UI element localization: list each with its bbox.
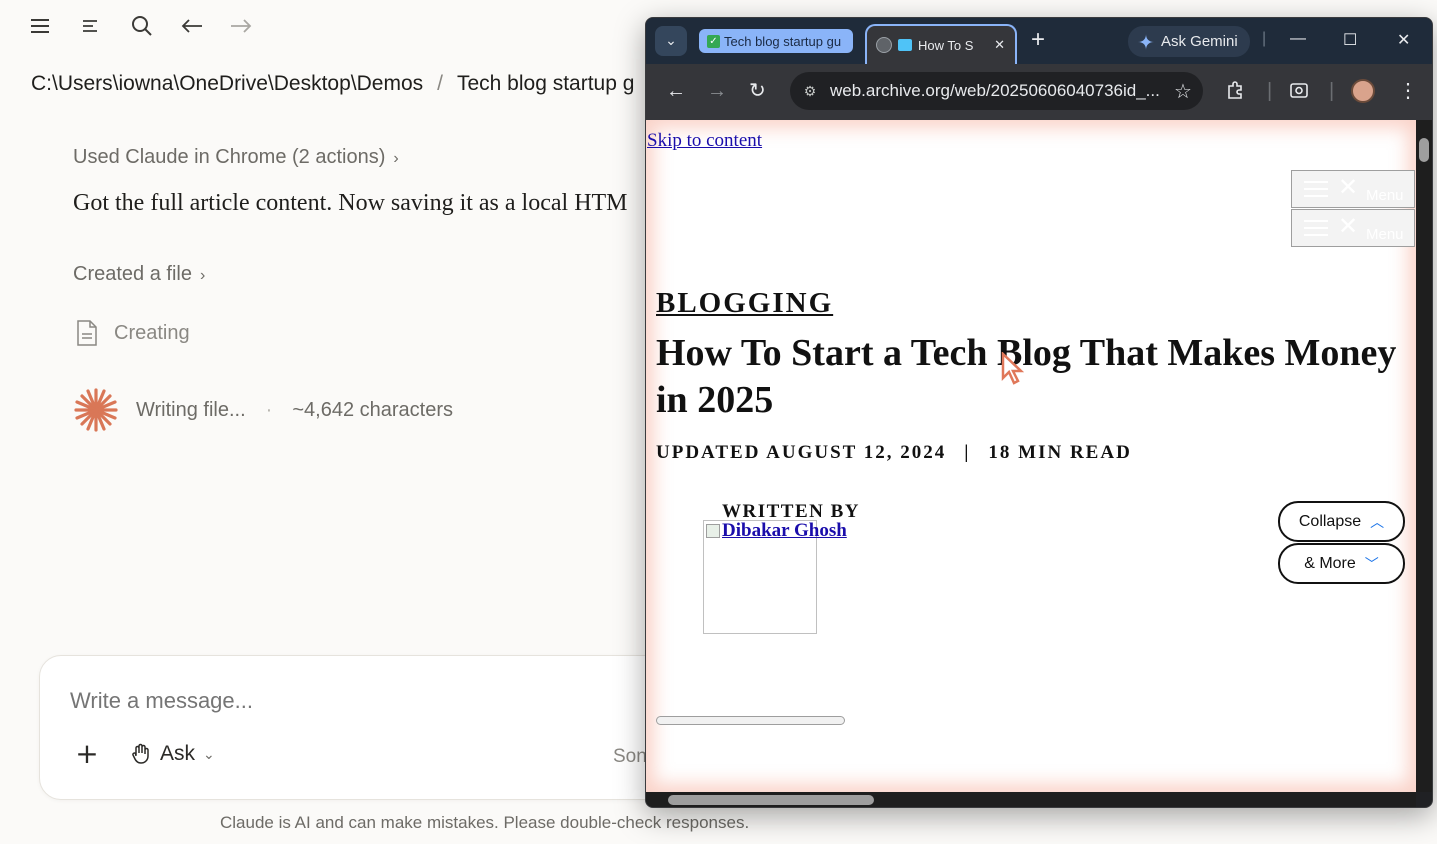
tab-search-button[interactable]: ⌄ [655,26,687,56]
author-link[interactable]: Dibakar Ghosh [722,520,847,542]
back-arrow-icon[interactable] [178,12,206,40]
maximize-icon[interactable]: ☐ [1343,30,1357,50]
claude-spark-icon [74,388,118,432]
breadcrumb-separator: / [437,72,443,95]
character-count: ~4,642 characters [292,398,453,421]
chevron-up-icon: ︿ [1370,513,1385,530]
disclaimer: Claude is AI and can make mistakes. Plea… [220,813,750,832]
mode-selector-button[interactable]: Ask ⌄ [130,742,215,766]
url-text: web.archive.org/web/20250606040736id_... [830,81,1160,100]
model-selector[interactable]: Son [613,746,647,768]
tab-active[interactable]: How To S ✕ [865,24,1017,64]
document-icon [77,320,97,346]
message-composer: + Ask ⌄ Son [39,655,679,800]
writing-file-label: Writing file... [136,398,246,421]
chevron-down-icon: ⌄ [665,33,677,49]
menu-toggle-button[interactable]: ✕ Menu [1291,170,1415,208]
tab-strip: ⌄ ✓ Tech blog startup gu How To S ✕ + As… [646,18,1432,64]
app-topbar [0,0,660,52]
breadcrumb-path[interactable]: C:\Users\iowna\OneDrive\Desktop\Demos [31,72,423,95]
chevron-down-icon: ﹀ [1364,555,1379,572]
created-file-label: Created a file [73,263,192,285]
tab-inactive[interactable]: ✓ Tech blog startup gu [699,29,853,53]
horizontal-scrollbar[interactable] [646,792,1416,807]
menu-label: Menu [1366,226,1404,243]
screenshot-icon[interactable] [1289,80,1309,105]
back-icon[interactable]: ← [666,80,686,102]
search-icon[interactable] [128,12,156,40]
more-button[interactable]: & More ﹀ [1278,543,1405,584]
hamburger-icon [1304,181,1328,197]
browser-toolbar: ← → ↻ ⚙ web.archive.org/web/202506060407… [646,64,1432,120]
meta-separator: | [964,442,971,463]
sidebar-toggle-icon[interactable] [76,12,104,40]
creating-file-row: Creating [76,320,190,346]
article-meta: UPDATED AUGUST 12, 2024 | 18 MIN READ [656,442,1132,464]
toolbar-divider: | [1267,80,1273,102]
close-tab-icon[interactable]: ✕ [994,37,1005,53]
site-info-icon[interactable]: ⚙ [790,83,830,100]
new-tab-button[interactable]: + [1031,28,1045,52]
category-link[interactable]: BLOGGING [656,287,833,320]
collapse-button[interactable]: Collapse ︿ [1278,501,1405,542]
tab-label: Tech blog startup gu [724,33,842,49]
chevron-right-icon: › [393,150,399,167]
mouse-cursor-icon [1001,352,1025,385]
menu-toggle-button[interactable]: ✕ Menu [1291,209,1415,247]
message-input[interactable] [70,688,570,714]
bookmark-star-icon[interactable]: ☆ [1163,79,1203,104]
extensions-icon[interactable] [1226,80,1246,105]
close-icon: ✕ [1338,174,1359,201]
tool-use-summary[interactable]: Used Claude in Chrome (2 actions) › [73,146,399,169]
article-headline: How To Start a Tech Blog That Makes Mone… [656,332,1397,421]
breadcrumb-project[interactable]: Tech blog startup g [457,72,634,95]
creating-label: Creating [114,321,190,344]
hamburger-menu-icon[interactable] [26,12,54,40]
more-options-icon[interactable]: ⋮ [1398,80,1418,102]
hamburger-icon [1304,220,1328,236]
profile-avatar[interactable] [1351,79,1375,103]
writing-file-status: Writing file... · ~4,642 characters [72,386,453,434]
ask-gemini-label: Ask Gemini [1161,33,1238,50]
laptop-favicon-icon [898,39,912,51]
created-file-summary[interactable]: Created a file › [73,263,205,286]
divider: | [1262,30,1267,47]
scrollbar-thumb[interactable] [668,795,874,805]
tool-use-label: Used Claude in Chrome (2 actions) [73,146,386,168]
more-label: & More [1304,554,1356,572]
page-viewport: Skip to content ✕ Menu ✕ Menu BLOGGING H… [646,120,1416,792]
close-icon: ✕ [1338,213,1359,240]
ask-gemini-button[interactable]: Ask Gemini [1128,26,1250,57]
close-window-icon[interactable]: ✕ [1397,30,1410,50]
forward-icon[interactable]: → [707,80,727,102]
menu-label: Menu [1366,187,1404,204]
vertical-scrollbar[interactable] [1416,120,1432,792]
broken-image-icon [706,524,720,538]
add-attachment-button[interactable]: + [74,740,100,768]
updated-date: UPDATED AUGUST 12, 2024 [656,442,947,463]
reload-icon[interactable]: ↻ [749,80,766,102]
collapse-label: Collapse [1298,512,1362,530]
checkmark-favicon-icon: ✓ [707,34,720,48]
hand-icon [132,743,149,764]
separator-dot: · [265,398,273,421]
mode-label: Ask [160,742,196,765]
assistant-message: Got the full article content. Now saving… [73,190,628,216]
skip-to-content-link[interactable]: Skip to content [647,130,762,152]
gemini-sparkle-icon [1138,33,1154,50]
read-time: 18 MIN READ [988,442,1132,463]
tab-label: How To S [918,37,974,53]
chrome-window: ⌄ ✓ Tech blog startup gu How To S ✕ + As… [645,17,1433,808]
scrollbar-thumb[interactable] [1419,138,1429,162]
chevron-down-icon: ⌄ [203,745,215,762]
minimize-icon[interactable]: — [1290,30,1306,48]
globe-icon [876,37,892,53]
forward-arrow-icon[interactable] [227,12,255,40]
reading-progress-bar [656,716,845,725]
toolbar-divider: | [1329,80,1335,102]
chevron-right-icon: › [199,267,206,284]
address-bar[interactable]: ⚙ web.archive.org/web/20250606040736id_.… [790,72,1203,110]
breadcrumb: C:\Users\iowna\OneDrive\Desktop\Demos / Te… [31,72,634,96]
